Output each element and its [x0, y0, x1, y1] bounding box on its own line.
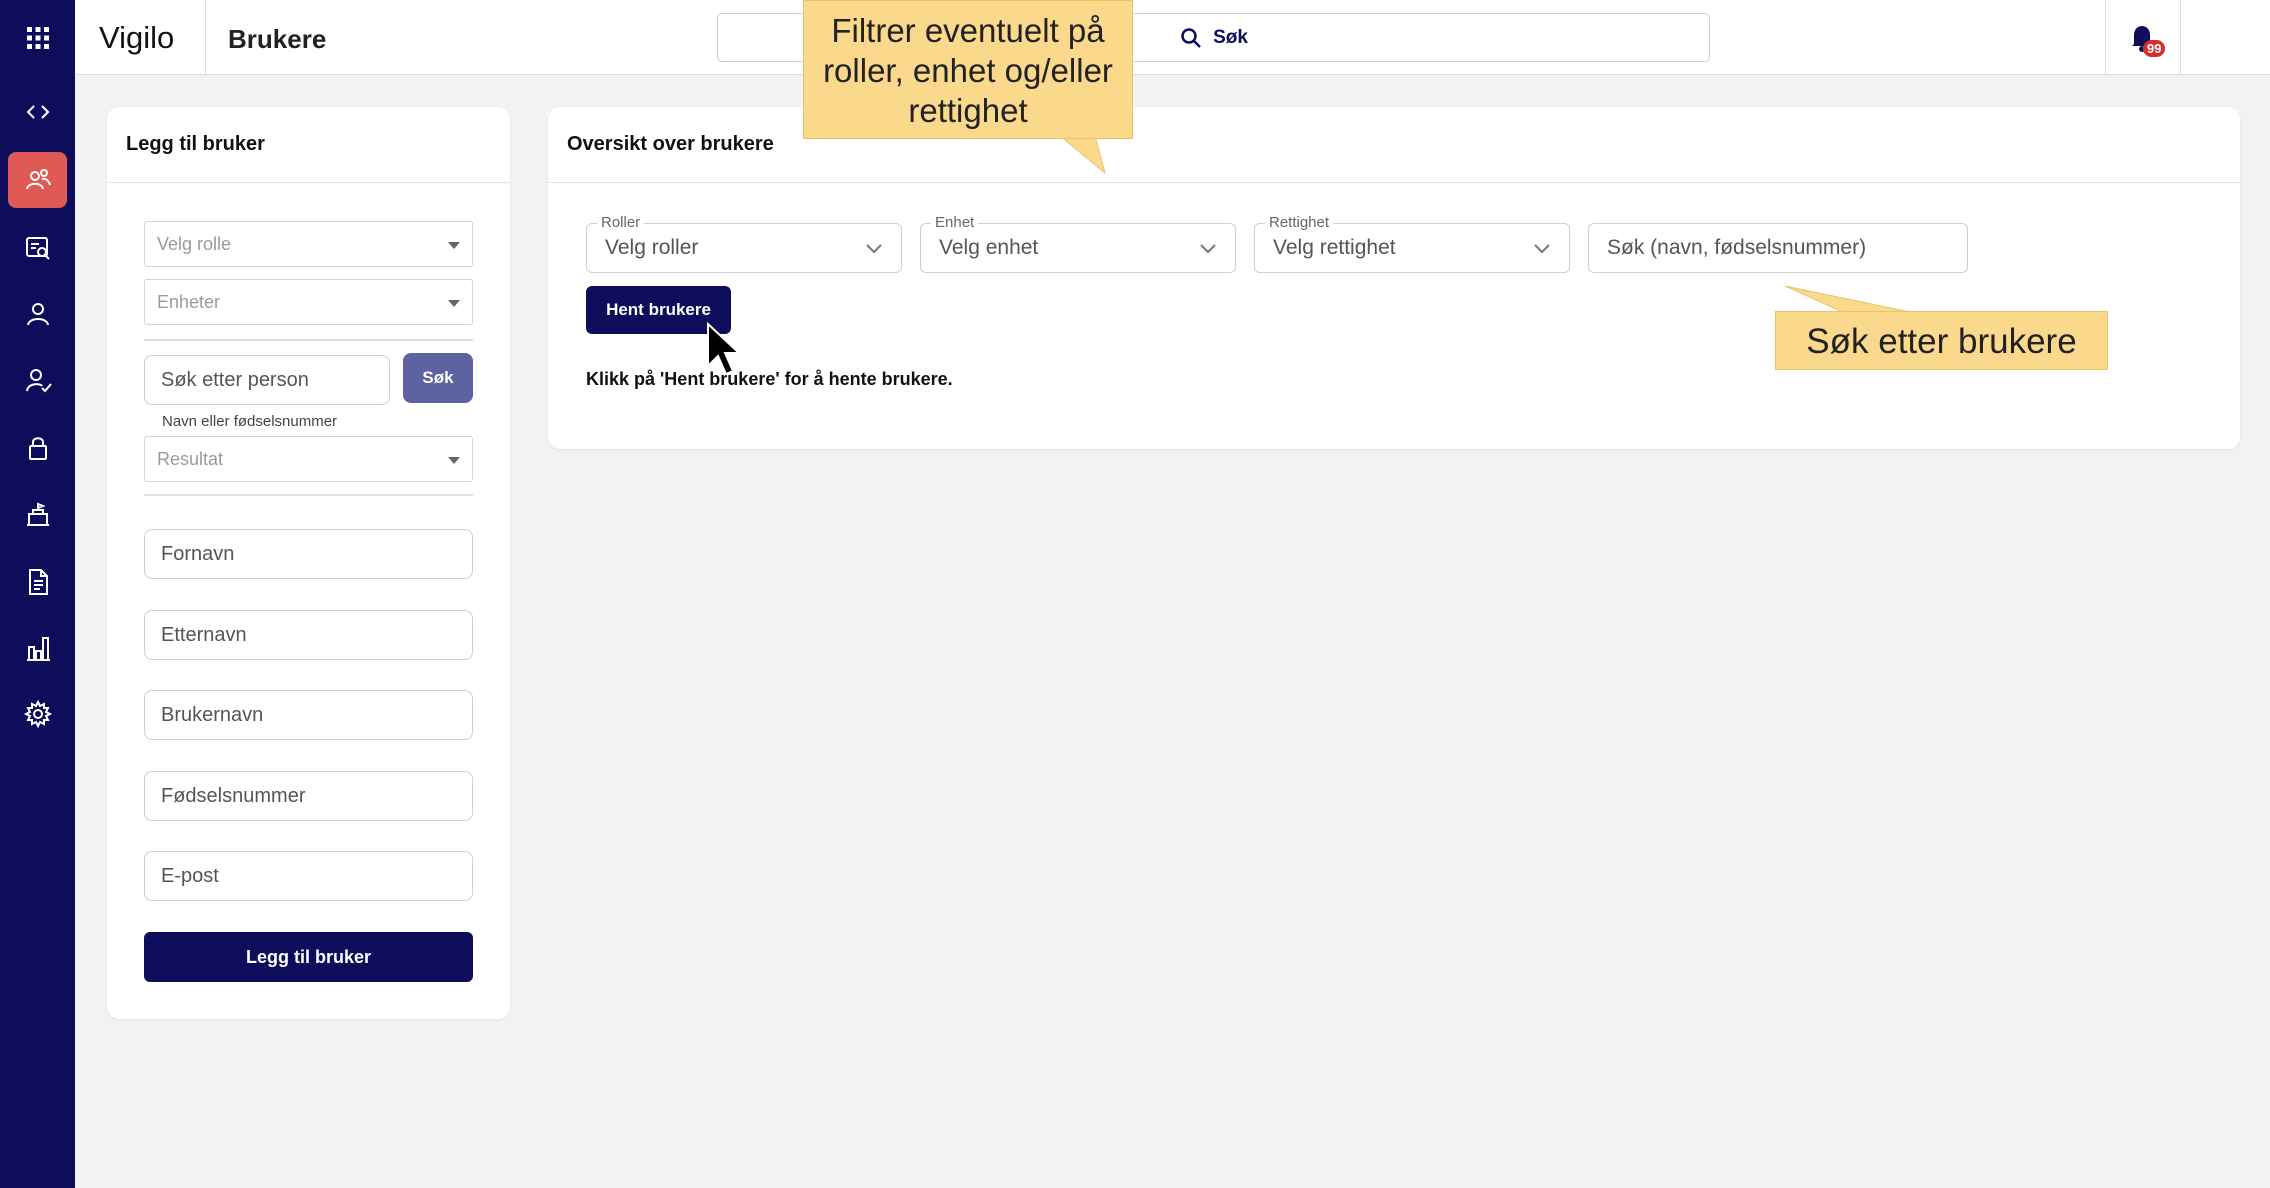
sidebar-item-lock[interactable]	[8, 420, 67, 476]
username-field[interactable]: Brukernavn	[144, 690, 473, 740]
users-icon	[25, 169, 51, 190]
header-divider	[2180, 0, 2181, 75]
roles-filter-value: Velg roller	[605, 236, 699, 259]
sidebar-item-settings[interactable]	[8, 686, 67, 742]
header-divider	[2105, 0, 2106, 75]
result-select[interactable]: Resultat	[144, 436, 473, 482]
info-text: Klikk på 'Hent brukere' for å hente bruk…	[586, 369, 953, 389]
app-name[interactable]: Vigilo	[99, 20, 174, 56]
gear-icon	[23, 699, 52, 729]
email-field[interactable]: E-post	[144, 851, 473, 901]
sidebar-item-person-check[interactable]	[8, 352, 67, 408]
permission-filter[interactable]: Rettighet Velg rettighet	[1254, 214, 1570, 273]
notification-badge: 99	[2143, 40, 2166, 57]
lock-icon	[28, 437, 47, 460]
caret-down-icon	[448, 300, 460, 307]
first-name-field[interactable]: Fornavn	[144, 529, 473, 579]
last-name-placeholder: Etternavn	[161, 624, 247, 646]
divider	[107, 182, 510, 183]
chevron-down-icon	[1534, 244, 1550, 254]
school-icon	[26, 502, 49, 526]
person-search-placeholder: Søk etter person	[161, 369, 309, 391]
sidebar-item-users[interactable]	[8, 152, 67, 208]
mouse-cursor-icon	[707, 322, 742, 376]
role-select-value: Velg rolle	[157, 234, 232, 254]
caret-down-icon	[448, 242, 460, 249]
sidebar-item-reports[interactable]	[8, 620, 67, 676]
divider	[144, 339, 473, 341]
person-search-button[interactable]: Søk	[403, 353, 473, 403]
unit-filter[interactable]: Enhet Velg enhet	[920, 214, 1236, 273]
global-search-label: Søk	[1213, 26, 1248, 48]
page-title: Brukere	[228, 24, 327, 54]
add-user-card: Legg til bruker Velg rolle Enheter Søk e…	[107, 107, 510, 1019]
users-overview-card: Oversikt over brukere Roller Velg roller…	[548, 107, 2240, 449]
add-user-title: Legg til bruker	[126, 133, 265, 155]
top-header: Vigilo Brukere Søk 99	[75, 0, 2270, 75]
grid-icon	[26, 27, 49, 49]
divider	[144, 494, 473, 496]
ssn-placeholder: Fødselsnummer	[161, 785, 306, 807]
sidebar-item-person[interactable]	[8, 286, 67, 342]
code-icon	[26, 105, 49, 119]
roles-filter-label: Roller	[597, 214, 645, 231]
roles-filter[interactable]: Roller Velg roller	[586, 214, 902, 273]
search-tip-callout: Søk etter brukere	[1775, 311, 2108, 370]
callout-tail	[1060, 136, 1106, 175]
email-placeholder: E-post	[161, 865, 219, 887]
first-name-placeholder: Fornavn	[161, 543, 235, 565]
sidebar-item-documents[interactable]	[8, 554, 67, 610]
last-name-field[interactable]: Etternavn	[144, 610, 473, 660]
units-select-value: Enheter	[157, 292, 221, 312]
search-icon	[1181, 27, 1201, 48]
apps-grid-button[interactable]	[8, 10, 67, 66]
username-placeholder: Brukernavn	[161, 704, 264, 726]
document-icon	[28, 569, 48, 595]
role-select[interactable]: Velg rolle	[144, 221, 473, 267]
divider	[548, 182, 2240, 183]
units-select[interactable]: Enheter	[144, 279, 473, 325]
bar-chart-icon	[26, 637, 50, 661]
search-hint: Navn eller fødselsnummer	[162, 413, 338, 430]
users-overview-title: Oversikt over brukere	[567, 133, 774, 155]
sidebar-item-code[interactable]	[8, 84, 67, 140]
filter-tip-callout: Filtrer eventuelt på roller, enhet og/el…	[803, 0, 1133, 139]
sidebar-item-school[interactable]	[8, 486, 67, 542]
unit-filter-label: Enhet	[931, 214, 979, 231]
permission-filter-label: Rettighet	[1265, 214, 1334, 231]
header-divider	[205, 0, 206, 75]
caret-down-icon	[448, 457, 460, 464]
permission-filter-value: Velg rettighet	[1273, 236, 1396, 259]
ssn-field[interactable]: Fødselsnummer	[144, 771, 473, 821]
search-users-icon	[25, 237, 50, 260]
sidebar	[0, 0, 75, 1188]
add-user-button[interactable]: Legg til bruker	[144, 932, 473, 982]
user-search-placeholder: Søk (navn, fødselsnummer)	[1607, 236, 1867, 259]
chevron-down-icon	[1200, 244, 1216, 254]
person-check-icon	[25, 369, 52, 393]
person-icon	[26, 303, 49, 326]
result-select-value: Resultat	[157, 449, 224, 469]
user-search-input[interactable]: Søk (navn, fødselsnummer)	[1588, 223, 1968, 273]
sidebar-item-search-users[interactable]	[8, 220, 67, 276]
callout-tail	[1785, 286, 1916, 314]
person-search-input[interactable]: Søk etter person	[144, 355, 390, 405]
unit-filter-value: Velg enhet	[939, 236, 1039, 259]
chevron-down-icon	[866, 244, 882, 254]
